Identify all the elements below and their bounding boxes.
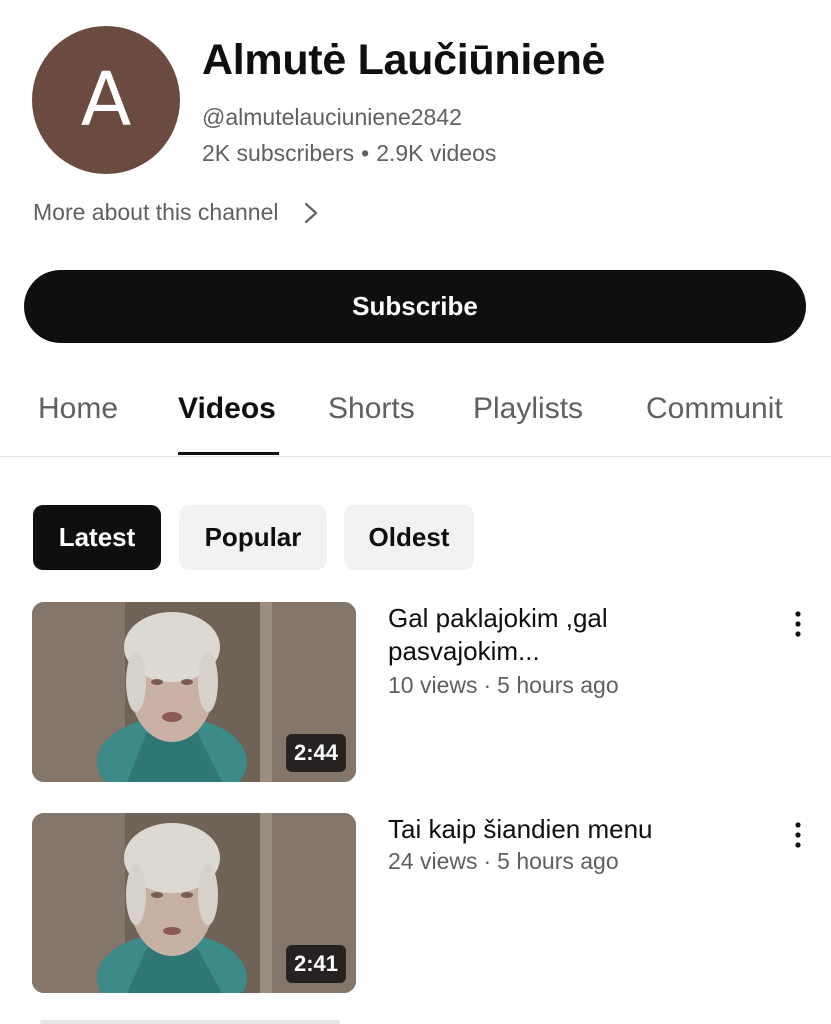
filter-latest-chip[interactable]: Latest [33,505,161,570]
channel-stats: 2K subscribers • 2.9K videos [202,140,496,167]
video-age: 5 hours ago [497,672,619,698]
more-about-label: More about this channel [33,199,279,225]
tab-shorts[interactable]: Shorts [328,392,415,426]
next-video-thumbnail-peek [40,1020,340,1024]
avatar-letter: A [80,57,132,143]
channel-tabs: Home Videos Shorts Playlists Communit [0,370,831,457]
more-vertical-icon[interactable] [784,606,812,642]
subscriber-count: 2K subscribers [202,140,355,166]
video-thumbnail[interactable]: 2:41 [32,813,356,993]
tab-home[interactable]: Home [38,392,118,426]
video-title[interactable]: Gal paklajokim ,gal pasvajokim... [388,602,758,668]
filter-popular-chip[interactable]: Popular [179,505,327,570]
subscribe-button[interactable]: Subscribe [24,270,806,343]
video-meta: 10 views · 5 hours ago [388,672,619,699]
active-tab-indicator [178,452,279,455]
video-views: 24 views [388,848,478,874]
video-age: 5 hours ago [497,848,619,874]
tab-community[interactable]: Communit [646,392,783,426]
meta-separator: · [483,848,492,874]
tab-videos[interactable]: Videos [178,392,276,426]
chevron-right-icon [304,202,317,223]
meta-separator: · [483,672,492,698]
filter-oldest-chip[interactable]: Oldest [344,505,474,570]
tab-playlists[interactable]: Playlists [473,392,583,426]
more-about-channel-link[interactable]: More about this channel [33,199,321,226]
more-vertical-icon[interactable] [784,817,812,853]
channel-handle: @almutelauciuniene2842 [202,104,462,130]
video-views: 10 views [388,672,478,698]
video-meta: 24 views · 5 hours ago [388,848,619,875]
video-thumbnail[interactable]: 2:44 [32,602,356,782]
video-count: 2.9K videos [376,140,497,166]
channel-avatar[interactable]: A [32,26,180,174]
video-title[interactable]: Tai kaip šiandien menu [388,813,758,846]
video-duration-badge: 2:44 [285,734,346,772]
video-duration-badge: 2:41 [285,945,346,983]
channel-name: Almutė Laučiūnienė [202,36,606,84]
video-list-item[interactable]: 2:44 Gal paklajokim ,gal pasvajokim... 1… [32,602,822,782]
video-list-item[interactable]: 2:41 Tai kaip šiandien menu 24 views · 5 h… [32,813,822,993]
stats-separator: • [361,140,370,166]
